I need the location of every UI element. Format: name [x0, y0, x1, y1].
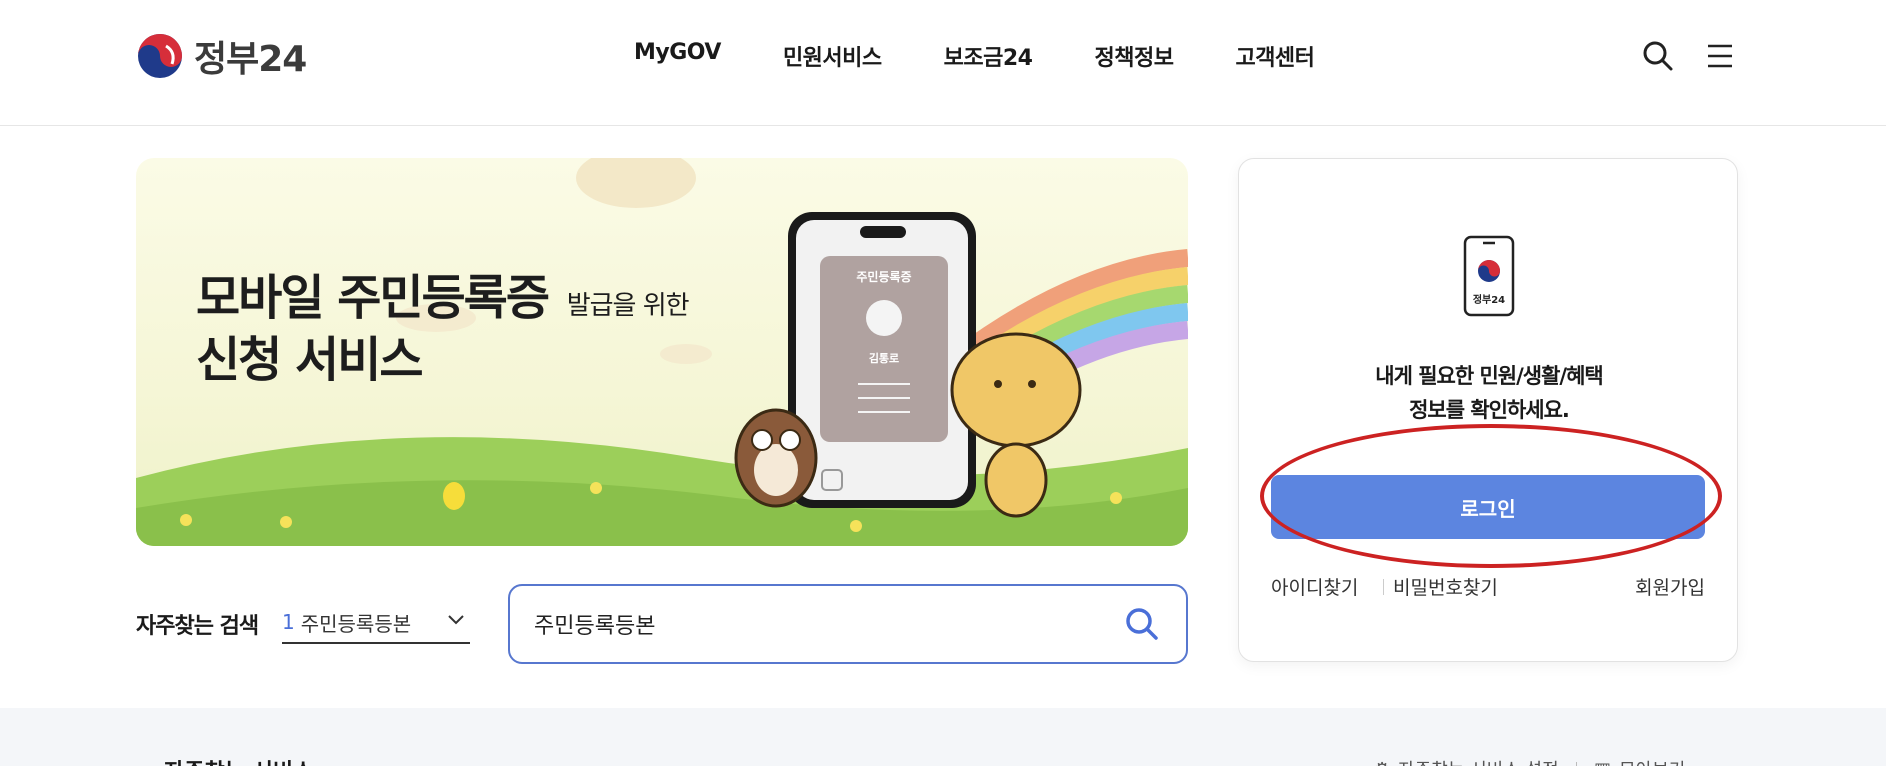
search-box	[508, 584, 1188, 664]
taegeuk-logo-icon	[138, 34, 182, 78]
banner-title-suffix: 발급을 위한	[566, 291, 690, 321]
view-all-link[interactable]: ▦ 모아보기	[1594, 756, 1685, 766]
nav-civil-services[interactable]: 민원서비스	[783, 40, 882, 72]
nav-customer-center[interactable]: 고객센터	[1235, 40, 1314, 72]
search-input[interactable]	[534, 606, 1094, 642]
menu-icon[interactable]	[1704, 40, 1736, 72]
search-icon[interactable]	[1642, 40, 1674, 72]
bottom-divider	[1576, 762, 1577, 766]
frequent-search-rank: 1	[282, 610, 295, 634]
site-header: 정부24 MyGOV 민원서비스 보조금24 정책정보 고객센터	[0, 0, 1886, 126]
logo-text: 정부24	[194, 39, 307, 80]
banner-title-line2: 신청 서비스	[196, 332, 424, 388]
banner-card-name: 김통로	[868, 352, 900, 365]
nav-policy-info[interactable]: 정책정보	[1094, 40, 1173, 72]
banner-card-label: 주민등록증	[856, 270, 912, 284]
frequent-search-dropdown[interactable]: 1 주민등록등본	[282, 602, 470, 644]
login-message-line1: 내게 필요한 민원/생활/혜택	[1375, 364, 1603, 388]
promo-banner[interactable]: 모바일 주민등록증 발급을 위한 신청 서비스 주민등록증 김통로	[136, 158, 1188, 546]
signup-link[interactable]: 회원가입	[1635, 573, 1705, 600]
login-message: 내게 필요한 민원/생활/혜택 정보를 확인하세요.	[1239, 359, 1739, 427]
grid-icon: ▦	[1594, 759, 1611, 766]
frequent-services-section: 자주찾는 서비스 ⚙ 자주찾는 서비스 설정 ▦ 모아보기	[0, 708, 1886, 766]
frequent-services-setting[interactable]: ⚙ 자주찾는 서비스 설정	[1374, 756, 1559, 766]
frequent-services-title: 자주찾는 서비스	[164, 754, 313, 766]
nav-mygov[interactable]: MyGOV	[634, 40, 721, 72]
find-id-link[interactable]: 아이디찾기	[1271, 573, 1358, 600]
frequent-search-label: 자주찾는 검색	[136, 614, 259, 639]
link-divider	[1383, 579, 1384, 595]
search-icon[interactable]	[1124, 606, 1160, 642]
nav-subsidy24[interactable]: 보조금24	[944, 40, 1033, 72]
login-button[interactable]: 로그인	[1271, 475, 1705, 539]
banner-title-main: 모바일 주민등록증	[196, 270, 550, 326]
find-password-link[interactable]: 비밀번호찾기	[1393, 573, 1498, 600]
login-links: 아이디찾기 비밀번호찾기 회원가입	[1271, 573, 1705, 601]
site-logo[interactable]: 정부24	[136, 30, 307, 82]
banner-title-line1: 모바일 주민등록증 발급을 위한	[196, 258, 690, 328]
chevron-down-icon[interactable]	[446, 610, 466, 630]
view-all-label: 모아보기	[1619, 756, 1685, 766]
header-tools	[1642, 40, 1736, 72]
frequent-search-term: 주민등록등본	[300, 611, 412, 636]
mobile-id-icon-label: 정부24	[1472, 295, 1506, 306]
main-nav: MyGOV 민원서비스 보조금24 정책정보 고객센터	[634, 40, 1315, 72]
login-message-line2: 정보를 확인하세요.	[1409, 398, 1570, 422]
gear-icon: ⚙	[1374, 759, 1390, 766]
frequent-services-setting-label: 자주찾는 서비스 설정	[1398, 756, 1558, 766]
login-card: 정부24 내게 필요한 민원/생활/혜택 정보를 확인하세요. 로그인 아이디찾…	[1238, 158, 1738, 662]
mobile-id-icon: 정부24	[1463, 235, 1515, 317]
